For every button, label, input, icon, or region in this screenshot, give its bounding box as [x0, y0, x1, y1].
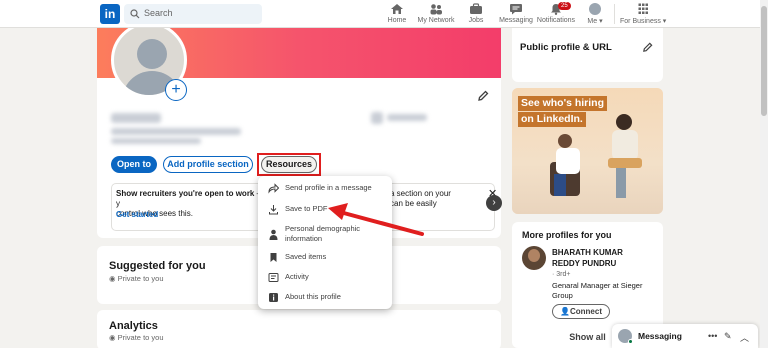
profile-name[interactable]: BHARATH KUMAR REDDY PUNDRU: [552, 247, 652, 269]
blurred-location: [111, 138, 201, 144]
nav-label: Me ▾: [587, 18, 603, 25]
info-icon: [269, 293, 278, 302]
nav-label: Jobs: [468, 17, 484, 24]
share-icon: [268, 183, 279, 194]
nav-label: Messaging: [499, 17, 533, 24]
messaging-label[interactable]: Messaging: [638, 331, 682, 341]
menu-item-send-profile[interactable]: Send profile in a message: [258, 183, 392, 195]
open-to-button[interactable]: Open to: [111, 156, 157, 173]
menu-item-activity[interactable]: Activity: [258, 272, 392, 284]
menu-item-saved-items[interactable]: Saved items: [258, 252, 392, 264]
section-title: Suggested for you: [109, 260, 206, 272]
grid-icon: [638, 3, 648, 14]
menu-item-about-profile[interactable]: About this profile: [258, 292, 392, 304]
activity-icon: [268, 273, 279, 282]
blurred-company: [387, 114, 427, 121]
nav-home[interactable]: Home: [386, 3, 408, 27]
jobs-icon: [470, 3, 482, 14]
add-photo-button[interactable]: +: [165, 79, 187, 101]
chevron-up-icon[interactable]: ︿: [740, 331, 749, 344]
person-icon: [269, 229, 278, 240]
nav-label: Notifications: [536, 17, 576, 24]
search-placeholder: Search: [144, 8, 173, 18]
ad-headline: on LinkedIn.: [518, 112, 586, 127]
add-person-icon: 👤: [560, 307, 570, 316]
menu-item-save-to-pdf[interactable]: Save to PDF: [258, 204, 392, 216]
linkedin-logo[interactable]: in: [100, 4, 120, 24]
nav-notifications[interactable]: 25 Notifications: [536, 2, 576, 27]
add-profile-section-button[interactable]: Add profile section: [163, 156, 253, 173]
nav-label: My Network: [417, 17, 455, 24]
avatar[interactable]: [522, 246, 546, 270]
menu-item-personal-demographic[interactable]: Personal demographic information: [258, 224, 392, 246]
privacy-label: ◉ Private to you: [109, 333, 164, 342]
get-started-link[interactable]: Get started: [116, 210, 158, 219]
notification-badge: 25: [558, 2, 571, 10]
annotation-highlight-box: [257, 153, 321, 176]
public-profile-card: Public profile & URL: [512, 28, 663, 82]
pencil-icon[interactable]: [477, 90, 489, 102]
profile-headline: Genaral Manager at Sieger Group: [552, 281, 643, 300]
nav-label: For Business ▾: [620, 18, 667, 25]
avatar: [589, 3, 601, 15]
section-title: More profiles for you: [522, 230, 612, 240]
connection-degree: · 3rd+: [552, 271, 571, 278]
bookmark-icon: [270, 253, 277, 262]
nav-jobs[interactable]: Jobs: [466, 3, 486, 27]
nav-me[interactable]: Me ▾: [584, 3, 606, 27]
resources-dropdown: Send profile in a message Save to PDF Pe…: [258, 176, 392, 309]
connect-button[interactable]: 👤Connect: [552, 304, 610, 319]
open-to-work-text-right: a section on your can be easily: [390, 189, 451, 208]
eye-icon: ◉: [109, 274, 118, 283]
nav-for-business[interactable]: For Business ▾: [620, 3, 666, 27]
search-bar[interactable]: Search: [124, 4, 262, 24]
scrollbar[interactable]: [760, 0, 768, 348]
messaging-bar[interactable]: Messaging ••• ✎ ︿: [612, 324, 758, 348]
nav-divider: [614, 4, 615, 24]
ad-headline: See who's hiring: [518, 96, 608, 111]
more-icon[interactable]: •••: [708, 331, 717, 341]
blurred-company-logo: [371, 112, 383, 124]
nav-label: Home: [387, 17, 407, 24]
home-icon: [391, 4, 403, 14]
nav-my-network[interactable]: My Network: [416, 3, 456, 27]
pencil-icon[interactable]: [642, 42, 653, 53]
messaging-icon: [510, 4, 522, 15]
download-icon: [269, 205, 278, 215]
blurred-name: [111, 113, 161, 123]
search-icon: [130, 9, 140, 19]
eye-icon: ◉: [109, 333, 118, 342]
public-profile-title[interactable]: Public profile & URL: [520, 42, 612, 53]
network-icon: [430, 4, 442, 15]
top-nav: in Search Home My Network Jobs Messaging…: [0, 0, 768, 28]
scroll-thumb[interactable]: [761, 6, 767, 116]
section-title: Analytics: [109, 320, 158, 332]
online-status-dot: [628, 339, 633, 344]
chevron-right-icon[interactable]: ›: [486, 195, 502, 211]
nav-messaging[interactable]: Messaging: [498, 3, 534, 27]
privacy-label: ◉ Private to you: [109, 274, 164, 283]
analytics-card: Analytics ◉ Private to you: [97, 310, 501, 348]
compose-icon[interactable]: ✎: [724, 331, 732, 342]
blurred-headline: [111, 128, 241, 135]
hiring-ad[interactable]: See who's hiring on LinkedIn.: [512, 88, 663, 214]
